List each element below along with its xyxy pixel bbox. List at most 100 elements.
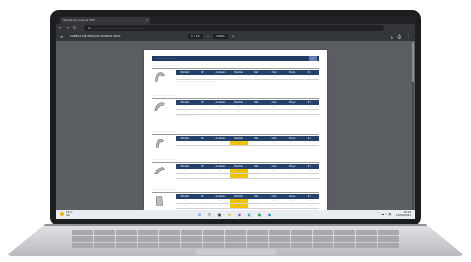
- chat-icon[interactable]: ◉: [236, 211, 243, 218]
- handle-product-image: [154, 167, 165, 174]
- page-indicator[interactable]: 1 / 12: [188, 34, 203, 39]
- keyboard-key: [290, 242, 312, 248]
- table-cell: ··: [202, 199, 204, 202]
- keyboard-key: [334, 242, 356, 248]
- table-cell: ···: [255, 199, 258, 202]
- explorer-icon[interactable]: ▬: [226, 211, 233, 218]
- table-cell: ·····: [229, 169, 248, 173]
- keyboard-key: [203, 230, 225, 236]
- windows-taskbar: 18°C Sol ⊞ ⚲ ▣ ▬ ◉ ◐ ● ◆ ⌃ ☁ ⌁ ◑ 10:24 16/09/20…: [56, 210, 415, 219]
- table-cell: ····: [183, 75, 187, 78]
- keyboard-key: [246, 236, 268, 242]
- pdf-scrollbar[interactable]: [412, 42, 414, 212]
- product-section: ········ ·········· ············ Modelo Nº…: [152, 188, 319, 209]
- laptop-screen: Tabela de preços PDF... × ← → ↻ ⊕ ······…: [56, 16, 415, 219]
- keyboard-key: [290, 230, 312, 236]
- table-row: ···· ·· ····· ····· ··· ····· ·· ·· ·· ····: [176, 141, 319, 146]
- clock[interactable]: 10:24 16/09/2021: [396, 211, 411, 218]
- keyboard-key: [312, 230, 334, 236]
- scrollbar-thumb[interactable]: [412, 42, 414, 82]
- weather-sun-icon[interactable]: [60, 212, 64, 216]
- keyboard-key: [334, 236, 356, 242]
- table-cell: ·· ·· ··: [289, 204, 295, 207]
- browser-tab[interactable]: Tabela de preços PDF... ×: [60, 17, 150, 24]
- reload-icon[interactable]: ↻: [73, 25, 76, 31]
- product-note: ········· ········ ·······: [176, 114, 195, 117]
- keyboard-key: [72, 242, 93, 248]
- table-cell: ····: [183, 169, 187, 172]
- table-cell: ···: [255, 204, 258, 207]
- table-cell: ·· ·· ··: [289, 105, 295, 108]
- table-cell: ·····: [218, 204, 223, 207]
- table-cell: ···: [255, 174, 258, 177]
- table-cell: ···: [255, 75, 258, 78]
- handle-product-image: [155, 72, 165, 82]
- zoom-in-icon[interactable]: +: [232, 32, 235, 41]
- taskbar-apps: ⊞ ⚲ ▣ ▬ ◉ ◐ ● ◆: [196, 211, 273, 218]
- task-view-icon[interactable]: ▣: [216, 211, 223, 218]
- keyboard-key: [137, 230, 159, 236]
- back-icon[interactable]: ←: [59, 25, 62, 31]
- keyboard-key: [115, 230, 137, 236]
- store-icon[interactable]: ◆: [266, 211, 273, 218]
- table-cell: ···: [255, 105, 258, 108]
- table-cell: ·····: [218, 75, 223, 78]
- laptop-keyboard: [72, 230, 399, 248]
- keyboard-key: [203, 242, 225, 248]
- keyboard-key: [356, 236, 378, 242]
- product-section: ········ ·········· ············ Modelo Nº…: [152, 64, 319, 83]
- table-cell: ····: [308, 199, 312, 202]
- table-cell: ·····: [272, 105, 277, 108]
- print-icon[interactable]: ⎙: [398, 32, 401, 41]
- weather-widget[interactable]: 18°C Sol: [66, 211, 72, 218]
- keyboard-key: [203, 236, 225, 242]
- table-cell: ····: [183, 204, 187, 207]
- table-cell: ····: [183, 174, 187, 177]
- table-cell: ··: [202, 105, 204, 108]
- keyboard-key: [93, 230, 115, 236]
- tab-close-icon[interactable]: ×: [145, 17, 148, 24]
- edge-icon[interactable]: ◐: [246, 211, 253, 218]
- chrome-icon[interactable]: ●: [256, 211, 263, 218]
- keyboard-key: [268, 236, 290, 242]
- keyboard-key: [93, 236, 115, 242]
- table-cell: ···: [255, 169, 258, 172]
- table-cell: ···: [255, 141, 258, 144]
- table-cell: ····: [183, 105, 187, 108]
- table-cell: ·····: [229, 199, 248, 203]
- section-caption: ········ ·········· ············: [152, 158, 319, 163]
- address-bar[interactable]: ⊕ ······································…: [84, 25, 384, 31]
- table-cell: ····: [308, 169, 312, 172]
- pdf-page-controls: 1 / 12 − 100% +: [188, 34, 234, 39]
- laptop-trackpad: [196, 249, 276, 255]
- keyboard-key: [225, 230, 246, 236]
- price-table: Modelo Nº Acabam. Medida Ref. Cód. Preço € / · ·…: [176, 70, 319, 80]
- price-table: Modelo Nº Acabam. Medida Ref. Cód. Preço € / · ·…: [176, 136, 319, 146]
- table-cell: ·····: [218, 174, 223, 177]
- keyboard-key: [312, 242, 334, 248]
- table-cell: ·····: [218, 105, 223, 108]
- pdf-page: ······ ······ ······ ······ ····· ······…: [144, 50, 327, 218]
- table-cell: ·· ·· ··: [289, 141, 295, 144]
- keyboard-key: [268, 242, 290, 248]
- table-cell: ·· ·· ··: [289, 75, 295, 78]
- keyboard-key: [290, 236, 312, 242]
- zoom-out-icon[interactable]: −: [207, 32, 210, 41]
- table-cell: ·····: [236, 105, 241, 108]
- system-tray-icons[interactable]: ⌃ ☁ ⌁ ◑: [377, 212, 391, 216]
- search-icon[interactable]: ⚲: [206, 211, 213, 218]
- more-icon[interactable]: ⋮: [406, 32, 410, 41]
- keyboard-key: [72, 230, 93, 236]
- start-icon[interactable]: ⊞: [196, 211, 203, 218]
- keyboard-key: [246, 242, 268, 248]
- table-cell: ····: [308, 204, 312, 207]
- menu-icon[interactable]: ≡: [60, 32, 63, 41]
- browser-toolbar: ← → ↻ ⊕ ································…: [56, 24, 415, 32]
- table-cell: ·····: [218, 141, 223, 144]
- forward-icon[interactable]: →: [66, 25, 69, 31]
- keyboard-key: [115, 236, 137, 242]
- table-cell: ····: [308, 75, 312, 78]
- download-icon[interactable]: ⤓: [391, 32, 393, 41]
- zoom-level[interactable]: 100%: [213, 34, 228, 39]
- section-caption: ········ ·········· ············: [152, 188, 319, 193]
